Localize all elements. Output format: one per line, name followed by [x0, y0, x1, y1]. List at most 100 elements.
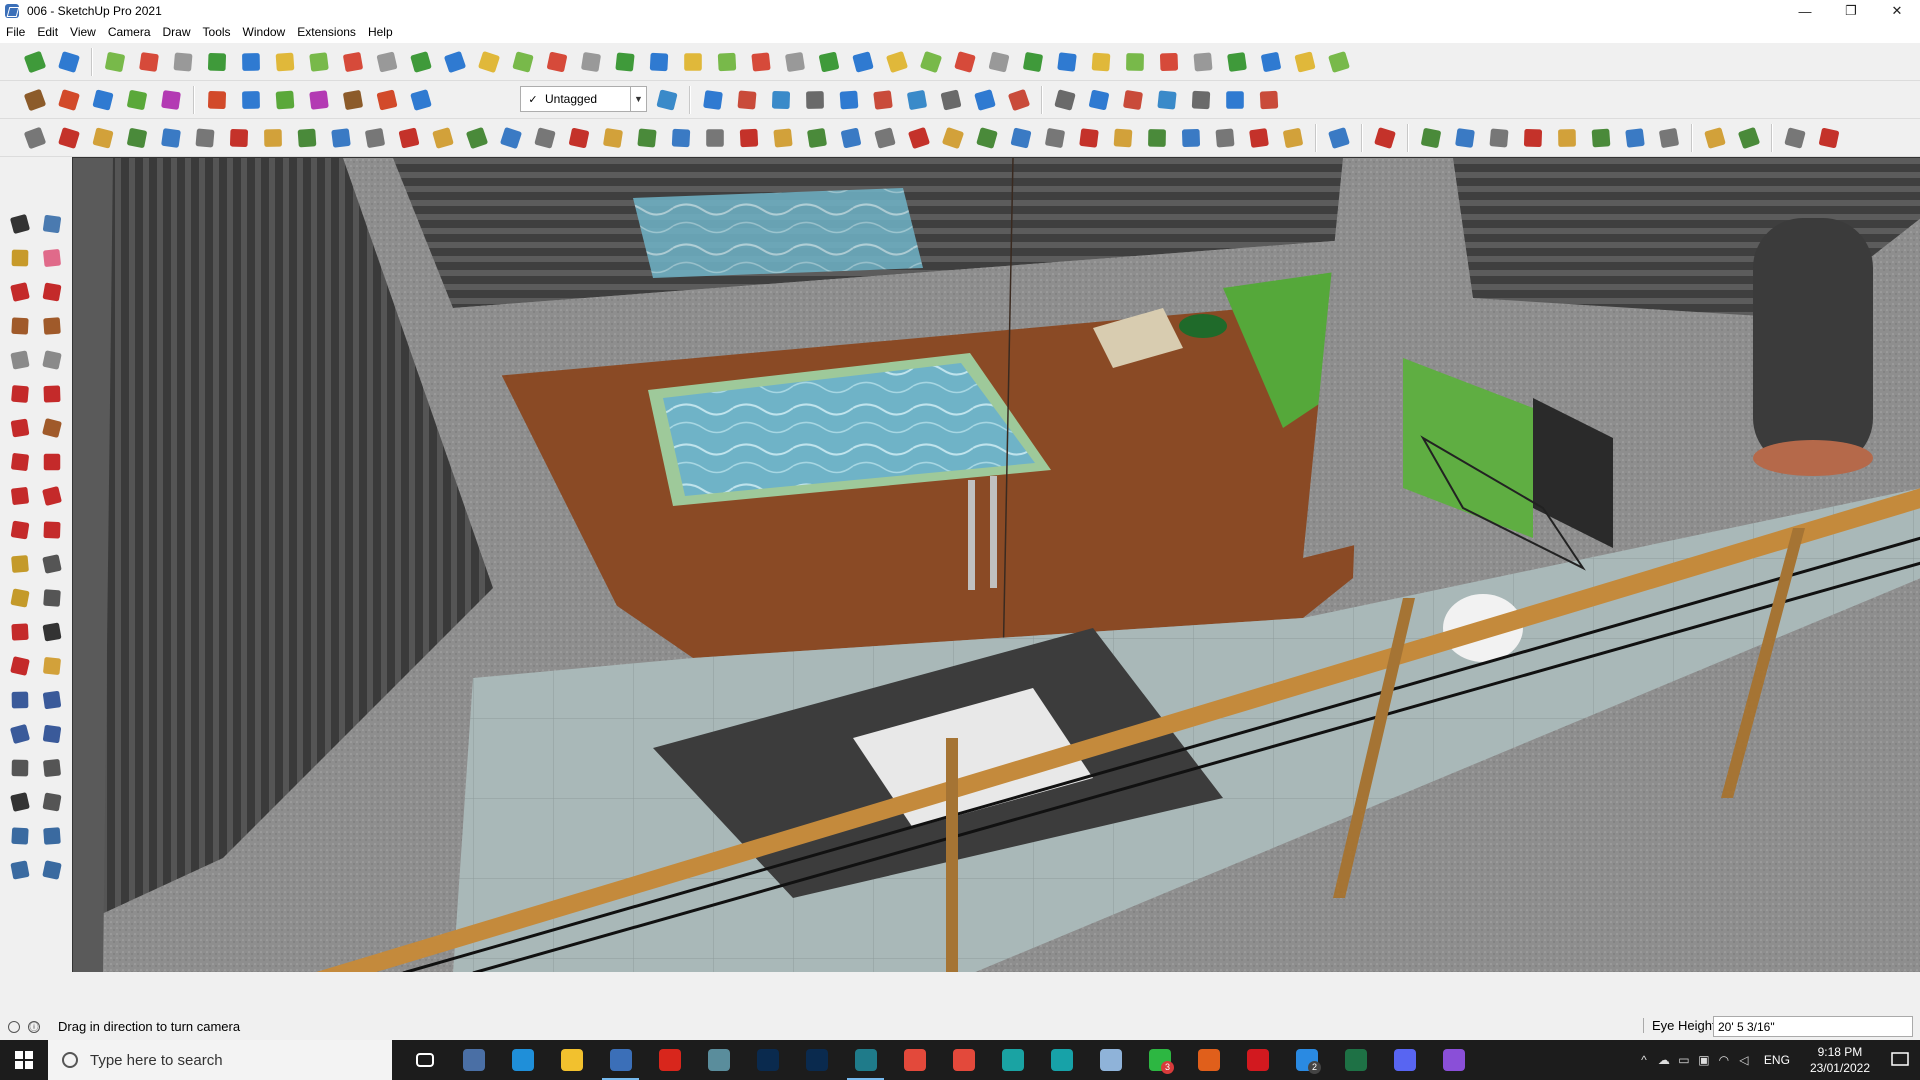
push-pull-icon[interactable] — [36, 445, 68, 479]
taskbar-sketchup-button[interactable] — [596, 1040, 645, 1080]
look-around-icon[interactable] — [36, 751, 68, 785]
grid-icon[interactable] — [1154, 47, 1184, 77]
cross-icon[interactable] — [1244, 123, 1274, 153]
taskbar-podcast-button[interactable] — [1429, 1040, 1478, 1080]
triangle-icon[interactable] — [712, 47, 742, 77]
arrow-tool-3-icon[interactable] — [270, 85, 300, 115]
section-plane-icon[interactable] — [36, 785, 68, 819]
undo-icon[interactable] — [304, 47, 334, 77]
rail-icon[interactable] — [1006, 123, 1036, 153]
pie-icon[interactable] — [36, 377, 68, 411]
info-icon[interactable]: ⓘ — [28, 1020, 40, 1033]
axes-icon[interactable] — [4, 615, 36, 649]
taskbar-task-view-button[interactable] — [400, 1040, 449, 1080]
tag-icon[interactable] — [1324, 123, 1354, 153]
menu-view[interactable]: View — [64, 22, 102, 43]
scale-icon[interactable] — [4, 513, 36, 547]
taskbar-edge-button[interactable] — [498, 1040, 547, 1080]
front-view-icon[interactable] — [168, 47, 198, 77]
iso-view-icon[interactable] — [100, 47, 130, 77]
warehouse-icon[interactable] — [156, 85, 186, 115]
menu-draw[interactable]: Draw — [157, 22, 197, 43]
dimension-icon[interactable] — [868, 85, 898, 115]
taskbar-file-explorer-button[interactable] — [547, 1040, 596, 1080]
undo-2-icon[interactable] — [916, 47, 946, 77]
pen-icon[interactable] — [1654, 123, 1684, 153]
shape-icon[interactable] — [1220, 85, 1250, 115]
position-camera-icon[interactable] — [4, 751, 36, 785]
taskbar-sketchup-layout-button[interactable] — [841, 1040, 890, 1080]
freehand-icon[interactable] — [36, 275, 68, 309]
rotate-icon[interactable] — [4, 479, 36, 513]
drape-icon[interactable] — [36, 853, 68, 887]
puppet-icon[interactable] — [1004, 85, 1034, 115]
brush-icon[interactable] — [1780, 123, 1810, 153]
mat-icon[interactable] — [1118, 85, 1148, 115]
taskbar-photoshop-2-button[interactable] — [792, 1040, 841, 1080]
star-icon[interactable] — [848, 47, 878, 77]
joint-icon[interactable] — [1018, 47, 1048, 77]
two-point-arc-icon[interactable] — [4, 411, 36, 445]
grille-icon[interactable] — [1108, 123, 1138, 153]
stamp-icon[interactable] — [4, 853, 36, 887]
arrow-tool-icon[interactable] — [202, 85, 232, 115]
three-point-arc-icon[interactable] — [36, 411, 68, 445]
redo-3-icon[interactable] — [970, 85, 1000, 115]
blade-4-icon[interactable] — [870, 123, 900, 153]
cube-2-icon[interactable] — [1278, 123, 1308, 153]
taskbar-vscode-button[interactable]: 2 — [1282, 1040, 1331, 1080]
curve-icon[interactable] — [1290, 47, 1320, 77]
sphere-icon[interactable] — [326, 123, 356, 153]
push-pull-icon[interactable] — [440, 47, 470, 77]
move-icon[interactable] — [542, 47, 572, 77]
cube-icon[interactable] — [902, 85, 932, 115]
arrow-tool-7-icon[interactable] — [406, 85, 436, 115]
grid-3-icon[interactable] — [1222, 47, 1252, 77]
text-icon[interactable] — [36, 581, 68, 615]
fan-icon[interactable] — [292, 123, 322, 153]
back-view-icon[interactable] — [236, 47, 266, 77]
rectangle-icon[interactable] — [4, 309, 36, 343]
taskbar-calculator-button[interactable] — [449, 1040, 498, 1080]
hex-icon[interactable] — [1484, 123, 1514, 153]
blade-2-icon[interactable] — [802, 123, 832, 153]
box-icon[interactable] — [882, 47, 912, 77]
polyline-icon[interactable] — [54, 123, 84, 153]
rect-icon[interactable] — [1416, 123, 1446, 153]
bowl-icon[interactable] — [632, 123, 662, 153]
blade-icon[interactable] — [768, 123, 798, 153]
fan-2-icon[interactable] — [1176, 123, 1206, 153]
section-cut-icon[interactable] — [372, 47, 402, 77]
restore-button[interactable]: ❐ — [1828, 0, 1874, 22]
taskbar-acrobat-button[interactable] — [645, 1040, 694, 1080]
menu-edit[interactable]: Edit — [31, 22, 64, 43]
fin-icon[interactable] — [700, 123, 730, 153]
taskbar-snipping-button[interactable] — [694, 1040, 743, 1080]
brick-icon[interactable] — [904, 123, 934, 153]
tag-selector[interactable]: ✓ Untagged ▼ — [520, 86, 647, 112]
house-icon[interactable] — [54, 85, 84, 115]
menu-extensions[interactable]: Extensions — [291, 22, 362, 43]
select-icon[interactable] — [4, 207, 36, 241]
line-icon[interactable] — [428, 123, 458, 153]
corner-2-icon[interactable] — [394, 123, 424, 153]
fillet-icon[interactable] — [88, 123, 118, 153]
pipe-icon[interactable] — [224, 123, 254, 153]
object-icon[interactable] — [984, 47, 1014, 77]
section-plane-icon[interactable] — [338, 47, 368, 77]
house-2-icon[interactable] — [122, 85, 152, 115]
3d-text-icon[interactable] — [36, 615, 68, 649]
paint-icon[interactable] — [698, 85, 728, 115]
protractor-icon[interactable] — [4, 581, 36, 615]
line-icon[interactable] — [4, 275, 36, 309]
scale-icon[interactable] — [610, 47, 640, 77]
extension-warehouse-icon[interactable] — [54, 47, 84, 77]
top-view-icon[interactable] — [134, 47, 164, 77]
clock[interactable]: 9:18 PM 23/01/2022 — [1810, 1044, 1870, 1076]
arrow-tool-5-icon[interactable] — [338, 85, 368, 115]
wifi-icon[interactable]: ◠ — [1714, 1053, 1734, 1067]
display-icon[interactable]: ▣ — [1694, 1053, 1714, 1067]
polygon-icon[interactable] — [36, 343, 68, 377]
pillar-icon[interactable] — [564, 123, 594, 153]
circle-icon[interactable] — [4, 343, 36, 377]
